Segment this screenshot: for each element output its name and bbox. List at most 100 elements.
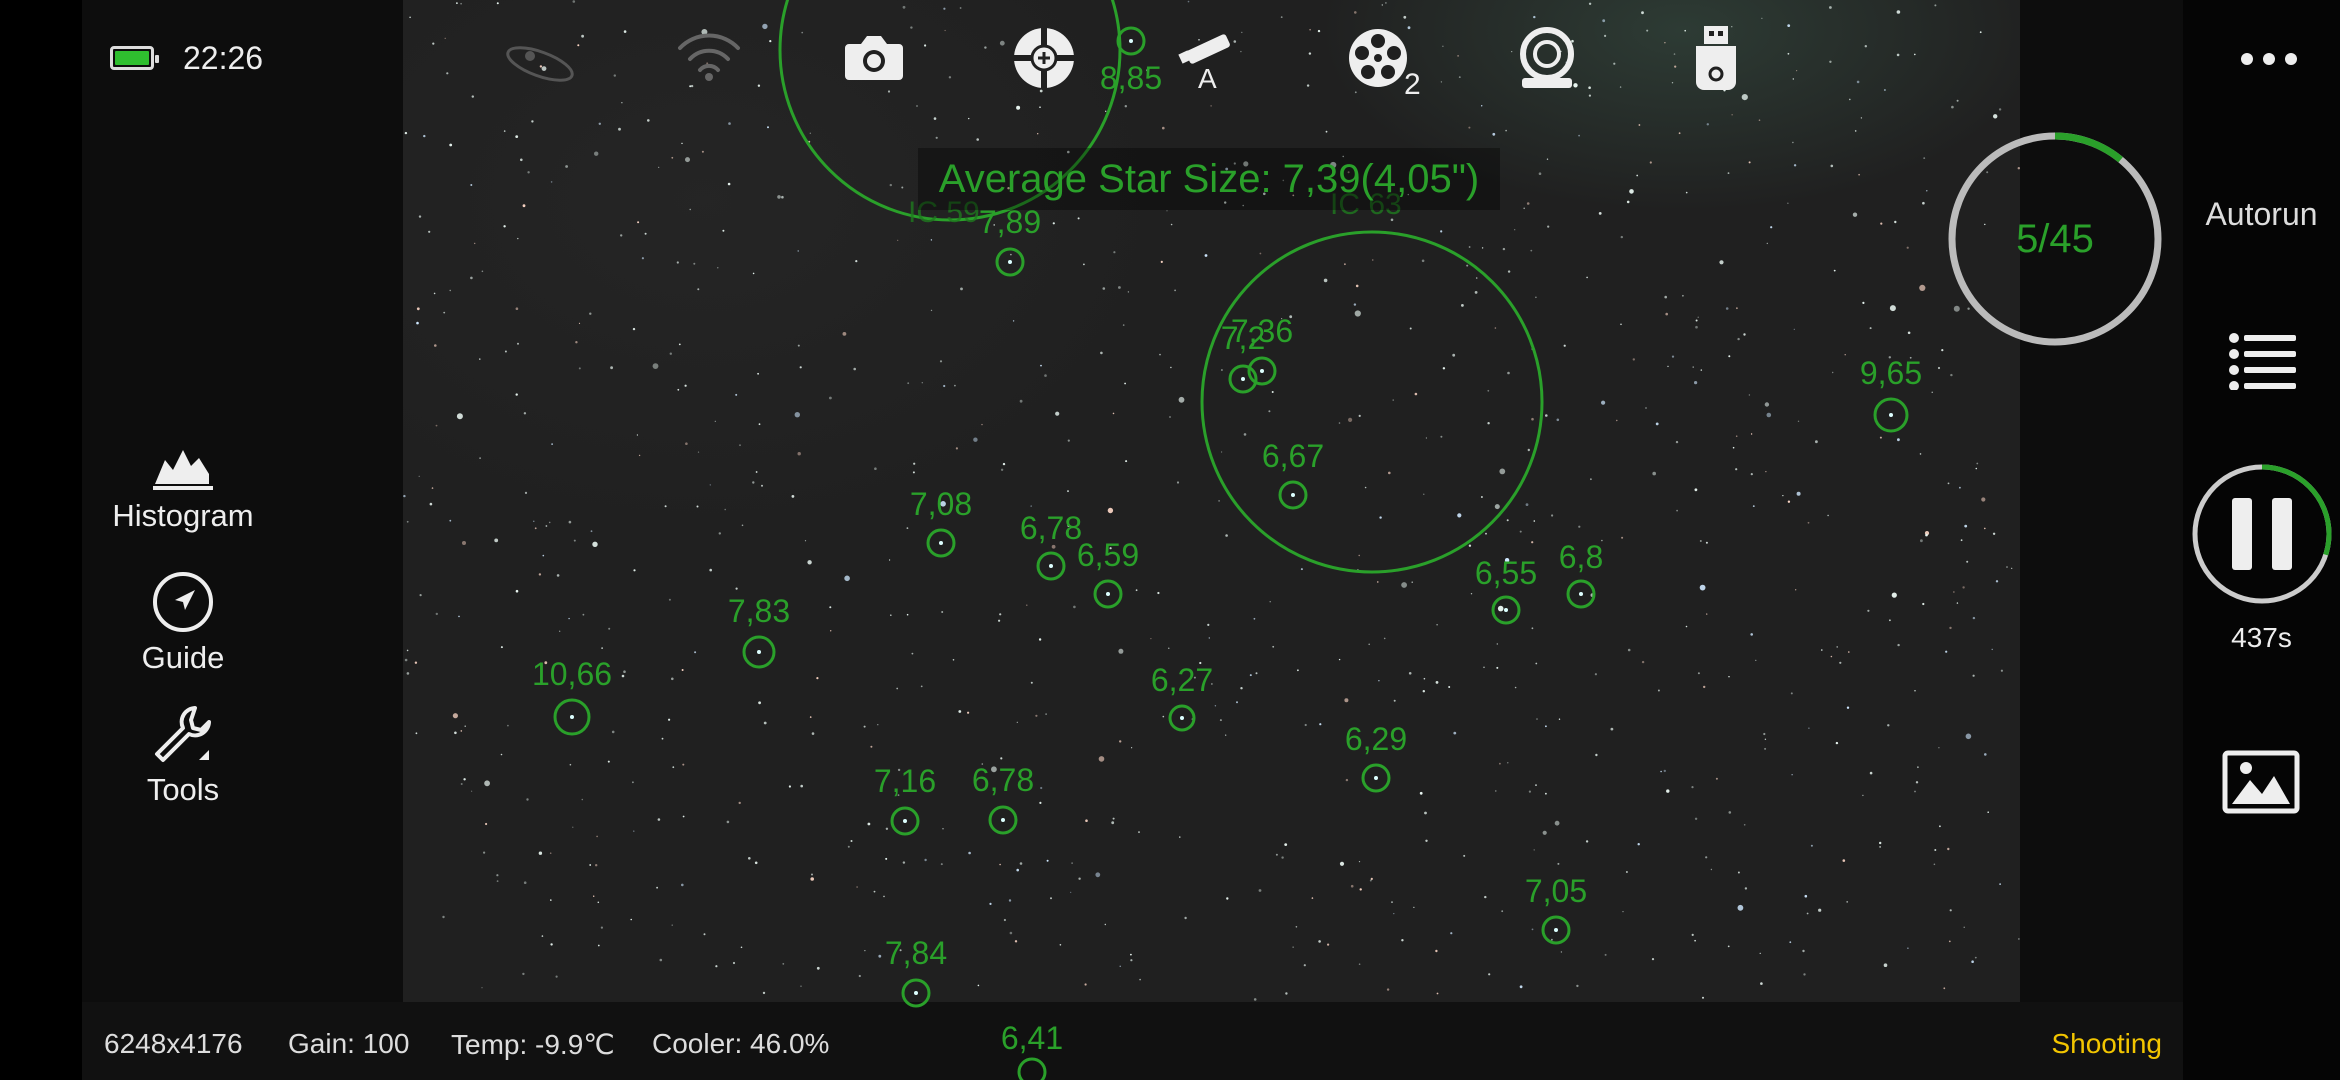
background-star <box>864 950 866 952</box>
background-star <box>1956 99 1959 102</box>
usb-drive-icon[interactable] <box>1692 24 1740 92</box>
background-star <box>671 156 674 159</box>
background-star <box>948 76 952 79</box>
background-star <box>1045 713 1047 715</box>
background-star <box>1732 446 1735 449</box>
background-star <box>524 491 528 494</box>
background-star <box>496 880 499 882</box>
background-star <box>1353 303 1357 306</box>
background-star <box>1204 254 1208 257</box>
background-star <box>1645 407 1647 409</box>
background-star <box>1976 462 1979 465</box>
background-star <box>1700 369 1703 371</box>
background-star <box>507 724 509 727</box>
background-star <box>1626 200 1630 204</box>
background-star <box>1833 269 1836 272</box>
background-star <box>1077 217 1080 220</box>
background-star <box>1619 86 1622 88</box>
pause-button[interactable] <box>2190 462 2334 606</box>
background-star <box>1758 119 1761 121</box>
background-star <box>1894 220 1897 224</box>
background-star <box>999 863 1001 866</box>
guide-button[interactable]: Guide <box>103 570 263 676</box>
background-star <box>575 341 578 344</box>
camera-icon[interactable] <box>843 30 905 84</box>
background-star <box>930 239 933 241</box>
background-star <box>1272 645 1275 648</box>
background-star <box>1359 888 1362 891</box>
background-star <box>1950 373 1953 377</box>
background-star <box>470 276 473 280</box>
background-star <box>1098 756 1105 762</box>
background-star <box>885 827 889 830</box>
background-star <box>464 725 466 727</box>
histogram-button[interactable]: Histogram <box>103 440 263 534</box>
background-star <box>811 732 815 735</box>
background-star <box>1268 410 1271 413</box>
background-star <box>1378 680 1380 682</box>
background-star <box>1627 648 1631 652</box>
background-star <box>1514 686 1517 689</box>
background-star <box>470 184 473 186</box>
background-star <box>1538 172 1542 175</box>
background-star <box>800 985 802 987</box>
background-star <box>897 239 899 241</box>
background-star <box>754 861 758 865</box>
background-star <box>484 780 490 787</box>
background-star <box>930 309 933 312</box>
background-star <box>689 85 692 88</box>
background-star <box>452 713 458 719</box>
background-star <box>1388 471 1391 475</box>
background-star <box>661 737 664 740</box>
background-star <box>1638 124 1641 126</box>
background-star <box>568 520 572 524</box>
background-star <box>1039 106 1041 108</box>
background-star <box>1496 666 1499 669</box>
background-star <box>1345 778 1349 782</box>
background-star <box>1318 940 1321 943</box>
background-star <box>406 672 410 675</box>
background-star <box>1435 949 1438 953</box>
background-star <box>1419 791 1423 795</box>
background-star <box>1675 440 1679 444</box>
background-star <box>444 37 446 39</box>
background-star <box>1797 420 1800 422</box>
background-star <box>1531 417 1534 421</box>
background-star <box>1790 692 1793 695</box>
gallery-icon[interactable] <box>2222 750 2300 819</box>
background-star <box>1225 734 1227 736</box>
background-star <box>1258 889 1262 892</box>
background-star <box>2011 567 2013 569</box>
background-star <box>1787 52 1790 55</box>
background-star <box>1350 884 1354 888</box>
background-star <box>1585 840 1589 843</box>
background-star <box>1849 98 1851 101</box>
background-star <box>1050 897 1052 900</box>
background-star <box>474 242 476 245</box>
background-star <box>1354 11 1357 14</box>
background-star <box>1629 189 1634 194</box>
background-star <box>1525 503 1529 506</box>
background-star <box>1636 174 1639 177</box>
background-star <box>549 852 552 854</box>
rotator-icon[interactable] <box>1516 26 1578 92</box>
background-star <box>1319 723 1322 726</box>
background-star <box>740 946 743 949</box>
filter-wheel-icon[interactable]: 2 <box>1348 28 1428 98</box>
background-star <box>1595 753 1598 757</box>
background-star <box>542 554 545 557</box>
tools-button[interactable]: Tools <box>103 702 263 808</box>
background-star <box>1588 86 1591 89</box>
background-star <box>1964 524 1968 528</box>
background-star <box>1100 351 1103 355</box>
wifi-icon[interactable] <box>676 30 742 82</box>
background-star <box>1728 811 1732 814</box>
focuser-icon[interactable] <box>1012 26 1076 90</box>
background-star <box>1494 327 1497 329</box>
meridian-icon[interactable] <box>500 34 580 94</box>
background-star <box>741 524 744 527</box>
background-star <box>1641 660 1645 664</box>
telescope-icon[interactable]: A <box>1178 26 1244 92</box>
list-icon[interactable] <box>2228 332 2298 395</box>
more-icon[interactable] <box>2237 44 2301 79</box>
